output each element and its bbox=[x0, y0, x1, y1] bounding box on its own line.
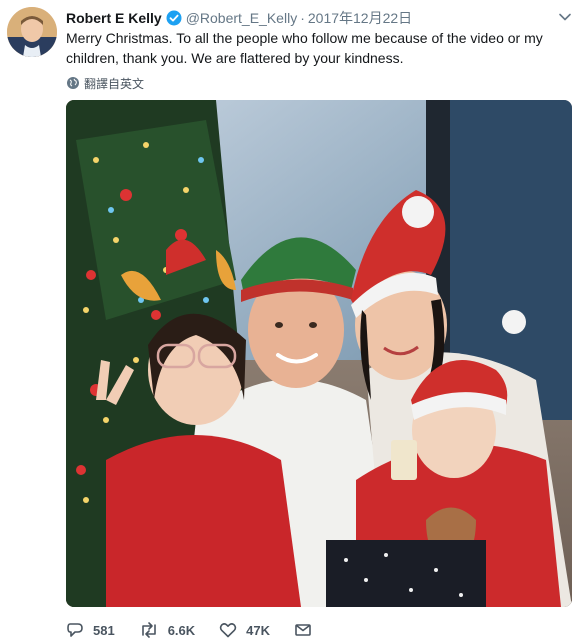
avatar[interactable] bbox=[7, 7, 57, 57]
globe-icon bbox=[67, 77, 79, 89]
direct-message-button[interactable] bbox=[294, 621, 321, 639]
tweet-actions: 581 6.6K 47K bbox=[66, 620, 345, 640]
user-handle[interactable]: @Robert_E_Kelly bbox=[186, 10, 298, 26]
retweet-icon bbox=[141, 622, 156, 638]
like-button[interactable]: 47K bbox=[219, 621, 270, 639]
display-name[interactable]: Robert E Kelly bbox=[66, 10, 162, 26]
reply-icon bbox=[67, 623, 83, 637]
translate-label: 翻譯自英文 bbox=[84, 76, 145, 91]
reply-button[interactable]: 581 bbox=[66, 621, 115, 639]
verified-badge-icon bbox=[166, 10, 182, 26]
retweet-count: 6.6K bbox=[167, 622, 196, 638]
header-separator: · bbox=[300, 10, 305, 26]
like-count: 47K bbox=[246, 622, 271, 638]
avatar-image bbox=[7, 7, 57, 57]
heart-icon bbox=[219, 623, 237, 638]
family-christmas-photo bbox=[66, 100, 572, 607]
envelope-icon bbox=[295, 624, 311, 636]
tweet-text: Merry Christmas. To all the people who f… bbox=[66, 30, 543, 66]
retweet-button[interactable]: 6.6K bbox=[139, 621, 195, 639]
reply-count: 581 bbox=[93, 622, 115, 638]
tweet-photo[interactable] bbox=[66, 100, 572, 607]
tweet-header: Robert E Kelly @Robert_E_Kelly · 2017年12… bbox=[66, 8, 412, 28]
chevron-down-icon[interactable] bbox=[558, 10, 572, 24]
tweet-date[interactable]: 2017年12月22日 bbox=[308, 8, 412, 28]
translate-link[interactable]: 翻譯自英文 bbox=[66, 75, 144, 91]
